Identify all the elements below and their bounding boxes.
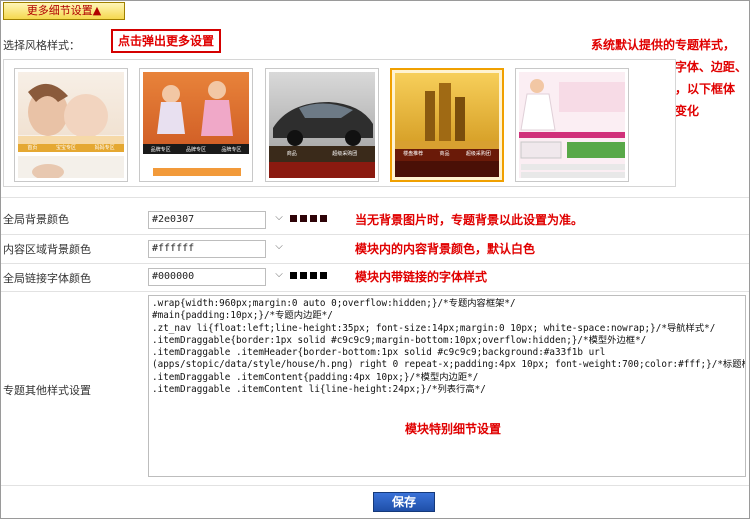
theme-nav-bar: 楼盘推荐 商品 超级采购团 [395, 150, 499, 158]
wedding-theme-image [519, 72, 625, 178]
css-line: .itemDraggable{border:1px solid #c9c9c9;… [152, 334, 647, 346]
theme-nav-item: 楼盘推荐 [403, 151, 424, 157]
theme-description-line: 系统默认提供的专题样式， [591, 38, 736, 52]
color-swatch[interactable] [290, 272, 297, 279]
theme-nav-item: 商品 [439, 151, 450, 157]
divider [1, 234, 749, 235]
content-bg-label: 内容区域背景颜色 [3, 243, 91, 256]
css-line: #main{padding:10px;}/*专题内边距*/ [152, 310, 333, 322]
theme-nav-bar: 首页 宝宝专区 妈妈专区 [18, 144, 124, 152]
bg-color-input[interactable]: #2e0307 [148, 211, 266, 229]
buildings-photo-icon [395, 83, 499, 177]
fashion-theme-image: 品牌专区 品牌专区 品牌专区 [143, 72, 249, 178]
family-theme-image: 首页 宝宝专区 妈妈专区 [18, 72, 124, 178]
divider [1, 263, 749, 264]
theme-thumbnail-family[interactable]: 首页 宝宝专区 妈妈专区 [14, 68, 128, 182]
theme-thumbnail-fashion[interactable]: 品牌专区 品牌专区 品牌专区 [139, 68, 253, 182]
link-color-label: 全局链接字体颜色 [3, 272, 91, 285]
link-color-input[interactable]: #000000 [148, 268, 266, 286]
theme-nav-item: 品牌专区 [185, 147, 206, 153]
theme-thumbnail-car[interactable]: 商品 超级采购团 [265, 68, 379, 182]
bg-color-note: 当无背景图片时，专题背景以此设置为准。 [355, 213, 584, 227]
css-line: .itemDraggable .itemContent{padding:4px … [152, 371, 479, 383]
car-photo-icon [269, 102, 375, 178]
theme-nav-item: 品牌专区 [150, 147, 171, 153]
color-swatch[interactable] [300, 215, 307, 222]
wedding-photo-icon [519, 79, 625, 178]
content-bg-note: 模块内的内容背景颜色，默认白色 [355, 242, 536, 256]
theme-nav-item: 宝宝专区 [55, 145, 76, 151]
fashion-photo-icon [143, 81, 249, 178]
family-photo-icon [18, 83, 124, 178]
buildings-theme-image: 楼盘推荐 商品 超级采购团 [395, 73, 499, 177]
theme-nav-item: 超级采购团 [465, 151, 491, 157]
css-line: .itemDraggable .itemHeader{border-bottom… [152, 347, 606, 359]
color-swatch[interactable] [310, 272, 317, 279]
divider [1, 197, 749, 198]
theme-nav-item: 商品 [286, 151, 297, 157]
color-swatch[interactable] [300, 272, 307, 279]
css-line: .wrap{width:960px;margin:0 auto 0;overfl… [152, 298, 516, 309]
chevron-down-icon[interactable]: ⌵ [273, 241, 285, 253]
content-bg-input[interactable]: #ffffff [148, 240, 266, 258]
css-line: .zt_nav li{float:left;line-height:35px; … [152, 322, 716, 334]
theme-settings-panel: 更多细节设置▲ 点击弹出更多设置 选择风格样式： 系统默认提供的专题样式， 包括… [0, 0, 750, 519]
theme-nav-bar: 品牌专区 品牌专区 品牌专区 [143, 146, 249, 154]
css-line: (apps/stopic/data/style/house/h.png) rig… [152, 359, 746, 371]
divider [1, 291, 749, 292]
theme-thumbnail-wedding[interactable] [515, 68, 629, 182]
save-button[interactable]: 保存 [373, 492, 435, 512]
chevron-down-icon[interactable]: ⌵ [273, 212, 285, 224]
color-swatch[interactable] [310, 215, 317, 222]
more-settings-button[interactable]: 更多细节设置▲ [3, 2, 125, 20]
color-swatch[interactable] [320, 272, 327, 279]
css-line: .itemDraggable .itemContent li{line-heig… [152, 384, 486, 396]
custom-css-label: 专题其他样式设置 [3, 384, 91, 397]
theme-nav-item: 妈妈专区 [94, 145, 115, 151]
chevron-down-icon[interactable]: ⌵ [273, 269, 285, 281]
custom-css-note: 模块特别细节设置 [405, 422, 502, 436]
custom-css-textarea[interactable]: .wrap{width:960px;margin:0 auto 0;overfl… [148, 295, 746, 477]
theme-style-label: 选择风格样式： [3, 39, 80, 52]
theme-thumbnail-list: 首页 宝宝专区 妈妈专区 品牌专区 品牌专区 品牌专区 商品 超级采购团 楼盘推… [3, 59, 676, 187]
theme-nav-item: 超级采购团 [332, 151, 358, 157]
more-settings-callout: 点击弹出更多设置 [111, 29, 221, 53]
theme-nav-bar: 商品 超级采购团 [269, 150, 375, 158]
link-color-note: 模块内带链接的字体样式 [355, 270, 488, 284]
bg-color-label: 全局背景颜色 [3, 213, 69, 226]
divider [1, 485, 749, 486]
color-swatch[interactable] [320, 215, 327, 222]
color-swatch[interactable] [290, 215, 297, 222]
theme-nav-item: 品牌专区 [221, 147, 242, 153]
theme-nav-item: 首页 [27, 145, 38, 151]
theme-thumbnail-buildings[interactable]: 楼盘推荐 商品 超级采购团 [390, 68, 504, 182]
car-theme-image: 商品 超级采购团 [269, 72, 375, 178]
